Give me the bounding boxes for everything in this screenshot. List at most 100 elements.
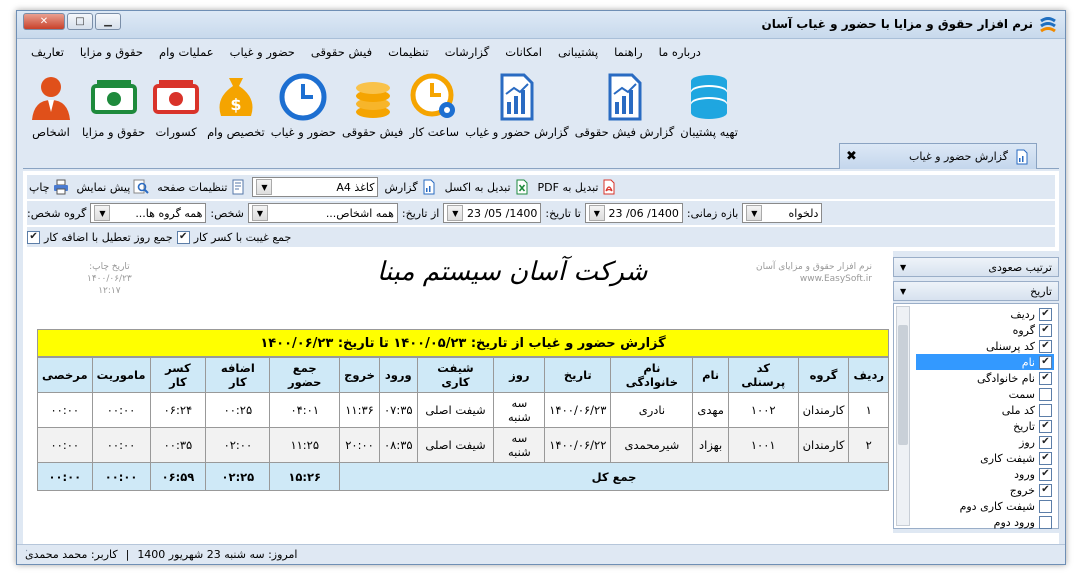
- list-scrollbar[interactable]: [896, 306, 910, 526]
- list-item[interactable]: ورود دوم: [916, 514, 1054, 530]
- menu-help[interactable]: راهنما: [606, 43, 650, 63]
- menu-attendance[interactable]: حضور و غیاب: [222, 43, 303, 63]
- list-item[interactable]: کد ملی: [916, 402, 1054, 418]
- field-checkbox[interactable]: ✔: [1039, 419, 1052, 433]
- col-shift: شیفت کاری: [416, 357, 495, 393]
- col-entry: ورود: [378, 357, 418, 393]
- tab-close-icon[interactable]: ✖: [846, 149, 857, 164]
- ribbon-attendance-report-button[interactable]: گزارش حضور و غیاب: [462, 65, 572, 143]
- ribbon-backup-button[interactable]: تهیه پشتیبان: [677, 65, 741, 143]
- print-button[interactable]: چاپ: [27, 179, 71, 195]
- ribbon-deductions-button[interactable]: کسورات: [148, 65, 204, 143]
- resize-grip-icon[interactable]: ⋰: [25, 549, 35, 560]
- field-checkbox[interactable]: ✔: [1039, 435, 1052, 449]
- to-date-picker[interactable]: 1400/ 06/ 23 ▼: [584, 203, 683, 223]
- list-item[interactable]: ✔ خروج: [916, 482, 1054, 498]
- field-checkbox[interactable]: [1039, 499, 1052, 513]
- clock-icon: [279, 73, 327, 121]
- list-item[interactable]: ✔ ورود: [916, 466, 1054, 482]
- field-checkbox[interactable]: [1039, 387, 1052, 401]
- ribbon-toolbar: اشخاص حقوق و مزایا کسورات $ تخصیص وام حض…: [23, 65, 1059, 145]
- report-button[interactable]: گزارش: [382, 179, 438, 195]
- field-checkbox[interactable]: [1039, 403, 1052, 417]
- sort-order-select[interactable]: ترتیب صعودی ▼: [893, 257, 1059, 277]
- preview-button[interactable]: پیش نمایش: [75, 179, 152, 195]
- person-select[interactable]: همه اشخاص... ▼: [247, 203, 398, 223]
- field-checkbox[interactable]: ✔: [1039, 467, 1052, 481]
- filter-bar: گروه شخص: همه گروه ها... ▼ شخص: همه اشخا…: [27, 201, 1055, 225]
- range-select[interactable]: دلخواه ▼: [742, 203, 823, 223]
- ribbon-payslip-report-button[interactable]: گزارش فیش حقوقی: [572, 65, 678, 143]
- scrollbar-thumb[interactable]: [898, 325, 908, 445]
- report-table: ردیف گروه کد پرسنلی نام نام خانوادگی تار…: [37, 357, 889, 491]
- list-item[interactable]: ✔ نام خانوادگی: [916, 370, 1054, 386]
- list-item-selected[interactable]: ✔ نام: [916, 354, 1054, 370]
- col-first-name: نام: [692, 357, 729, 393]
- col-row: ردیف: [848, 357, 889, 393]
- money-icon: [90, 80, 137, 114]
- field-checkbox[interactable]: ✔: [1039, 371, 1052, 385]
- minimize-button[interactable]: ▁: [95, 13, 121, 30]
- report-preview: تاریخ چاپ: ۱۴۰۰/۰۶/۲۳ ۱۲:۱۷ شرکت آسان سی…: [27, 251, 892, 531]
- chevron-down-icon: ▼: [256, 179, 273, 195]
- ribbon-persons-button[interactable]: اشخاص: [23, 65, 79, 143]
- money-bag-icon: $: [219, 78, 253, 116]
- page-settings-button[interactable]: تنظیمات صفحه: [155, 179, 248, 195]
- menu-definitions[interactable]: تعاریف: [23, 43, 72, 63]
- pdf-export-button[interactable]: تبدیل به PDF: [536, 179, 620, 195]
- table-row: ۲ کارمندان ۱۰۰۱ بهزاد شیرمحمدی ۱۴۰۰/۰۶/۲۲ سه ش…: [37, 427, 889, 463]
- field-checkbox[interactable]: ✔: [1039, 355, 1052, 369]
- ribbon-loan-button[interactable]: $ تخصیص وام: [204, 65, 268, 143]
- field-checkbox[interactable]: ✔: [1039, 451, 1052, 465]
- close-button[interactable]: ✕: [23, 13, 65, 30]
- excel-export-button[interactable]: تبدیل به اکسل: [443, 179, 532, 195]
- menu-settings[interactable]: تنظیمات: [380, 43, 437, 63]
- brand-block: نرم افزار حقوق و مزایای آسان www.EasySof…: [755, 262, 872, 284]
- group-select[interactable]: همه گروه ها... ▼: [90, 203, 207, 223]
- list-item[interactable]: ✔ کد پرسنلی: [916, 338, 1054, 354]
- tab-attendance-report[interactable]: گزارش حضور و غیاب ✖: [839, 143, 1037, 169]
- chevron-down-icon: ▼: [900, 262, 907, 272]
- ribbon-payslip-button[interactable]: فیش حقوقی: [339, 65, 406, 143]
- col-exit: خروج: [339, 357, 380, 393]
- field-checkbox[interactable]: ✔: [1039, 307, 1052, 321]
- page-icon: [232, 179, 244, 195]
- field-checkbox[interactable]: [1039, 515, 1052, 529]
- menu-salary[interactable]: حقوق و مزایا: [72, 43, 151, 63]
- from-date-picker[interactable]: 1400/ 05/ 23 ▼: [443, 203, 542, 223]
- menu-bar: تعاریف حقوق و مزایا عملیات وام حضور و غی…: [23, 43, 1059, 63]
- menu-about[interactable]: درباره ما: [651, 43, 709, 63]
- table-header: ردیف گروه کد پرسنلی نام نام خانوادگی تار…: [37, 357, 889, 393]
- ribbon-worktime-button[interactable]: ساعت کار: [406, 65, 462, 143]
- list-item[interactable]: ✔ شیفت کاری: [916, 450, 1054, 466]
- excel-icon: [516, 179, 528, 195]
- sum-holiday-checkbox[interactable]: ✔: [27, 230, 40, 244]
- clock-gear-icon: [410, 73, 456, 118]
- ribbon-salary-button[interactable]: حقوق و مزایا: [79, 65, 148, 143]
- list-item[interactable]: ✔ گروه: [916, 322, 1054, 338]
- menu-support[interactable]: پشتیبانی: [550, 43, 606, 63]
- list-item[interactable]: ✔ ردیف: [916, 306, 1054, 322]
- magnifier-icon: [133, 179, 149, 194]
- menu-reports[interactable]: گزارشات: [437, 43, 498, 63]
- maximize-button[interactable]: □: [67, 13, 93, 30]
- paper-size-select[interactable]: کاغذ A4 ▼: [252, 177, 379, 197]
- menu-features[interactable]: امکانات: [497, 43, 550, 63]
- list-item[interactable]: سمت: [916, 386, 1054, 402]
- sum-holiday-label: جمع روز تعطیل با اضافه کار: [44, 230, 173, 244]
- status-divider: |: [125, 548, 130, 561]
- chevron-down-icon: ▼: [900, 286, 907, 296]
- company-name: شرکت آسان سیستم مبنا: [377, 257, 648, 287]
- sort-field-select[interactable]: تاریخ ▼: [893, 281, 1059, 301]
- report-chart-icon: [500, 73, 534, 121]
- field-checkbox[interactable]: ✔: [1039, 339, 1052, 353]
- field-checkbox[interactable]: ✔: [1039, 323, 1052, 337]
- list-item[interactable]: شیفت کاری دوم: [916, 498, 1054, 514]
- field-checkbox[interactable]: ✔: [1039, 483, 1052, 497]
- sum-absence-checkbox[interactable]: ✔: [176, 230, 190, 244]
- ribbon-attendance-button[interactable]: حضور و غیاب: [268, 65, 339, 143]
- menu-payslip[interactable]: فیش حقوقی: [303, 43, 380, 63]
- list-item[interactable]: ✔ تاریخ: [916, 418, 1054, 434]
- menu-loan[interactable]: عملیات وام: [151, 43, 222, 63]
- list-item[interactable]: ✔ روز: [916, 434, 1054, 450]
